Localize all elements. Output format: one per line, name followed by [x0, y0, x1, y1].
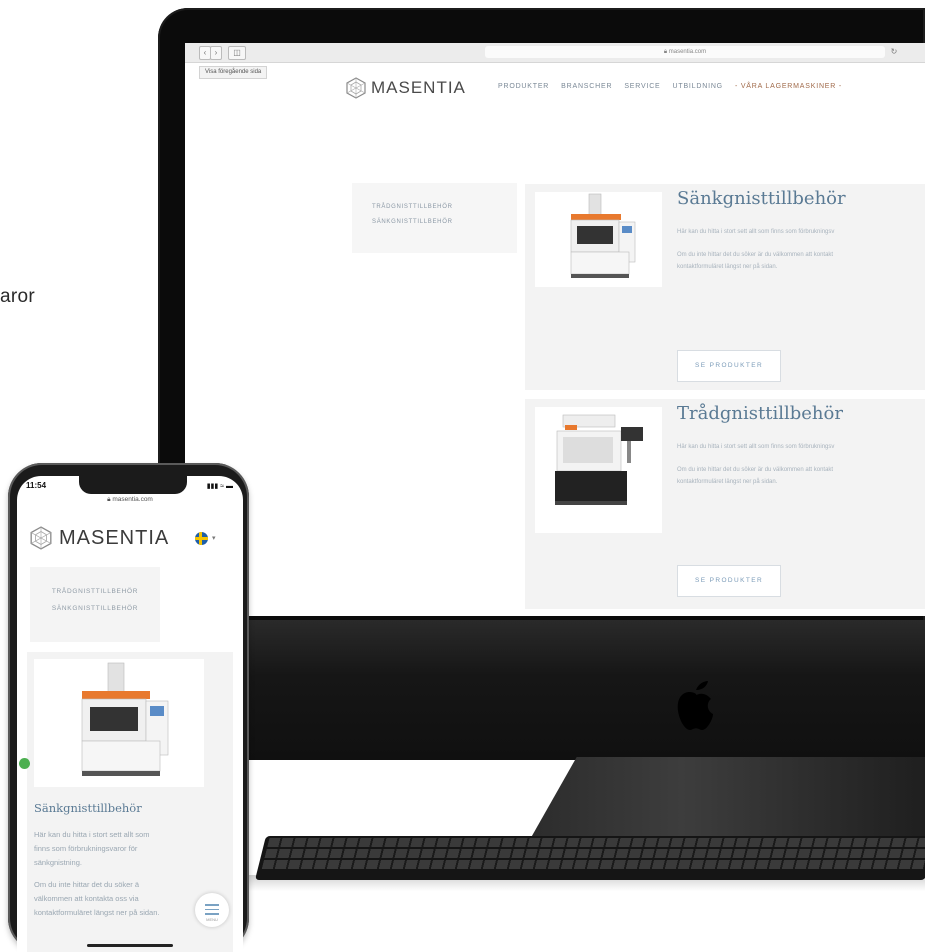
- phone-product-card: Sänkgnisttillbehör Här kan du hitta i st…: [27, 652, 233, 952]
- wire-edm-machine-icon: [555, 414, 643, 505]
- reload-icon[interactable]: ↻: [889, 46, 899, 58]
- card-text: Här kan du hitta i stort sett allt som f…: [677, 229, 835, 235]
- nav-item-lagermaskiner[interactable]: - VÅRA LAGERMASKINER -: [735, 83, 842, 90]
- status-icons: ▮▮▮ ≈ ▬: [206, 483, 233, 490]
- card-text: Här kan du hitta i stort sett allt som f…: [677, 444, 835, 450]
- product-image[interactable]: [34, 659, 204, 787]
- phone-logo[interactable]: MASENTIA: [29, 526, 169, 550]
- card-text: Här kan du hitta i stort sett allt som: [34, 830, 150, 839]
- browser-toolbar: ‹ › ◫ 🔒︎ masentia.com ↻: [185, 43, 925, 63]
- brand-name: MASENTIA: [59, 526, 170, 549]
- status-time: 11:54: [26, 481, 47, 490]
- menu-button[interactable]: MENU: [195, 893, 229, 927]
- card-text: Om du inte hittar det du söker är du väl…: [677, 252, 834, 258]
- se-produkter-button[interactable]: SE PRODUKTER: [677, 350, 781, 382]
- card-text: Om du inte hittar det du söker är du väl…: [677, 467, 834, 473]
- product-image[interactable]: [535, 192, 662, 287]
- phone-category-sidebar: TRÅDGNISTTILLBEHÖR SÄNKGNISTTILLBEHÖR: [30, 567, 160, 642]
- phone-screen: 11:54 ▮▮▮ ≈ ▬ 🔒︎ masentia.com MASENTIA ▾…: [17, 476, 243, 952]
- recaptcha-badge-icon: [19, 758, 30, 769]
- product-image[interactable]: [535, 407, 662, 533]
- edm-machine-icon: [570, 193, 636, 278]
- fragment-text: aror: [0, 286, 35, 307]
- sidebar-item-tradgnist[interactable]: TRÅDGNISTTILLBEHÖR: [372, 204, 517, 210]
- phone-address-text: masentia.com: [112, 496, 153, 503]
- sidebar-item-sankgnist[interactable]: SÄNKGNISTTILLBEHÖR: [30, 605, 160, 612]
- product-card-sankgnist: Sänkgnisttillbehör Här kan du hitta i st…: [525, 184, 925, 390]
- menu-label: MENU: [206, 916, 218, 922]
- phone-address-bar[interactable]: 🔒︎ masentia.com: [17, 496, 243, 504]
- swedish-flag-icon[interactable]: [195, 532, 208, 545]
- nav-item-utbildning[interactable]: UTBILDNING: [673, 83, 723, 90]
- card-text: kontaktformuläret längst ner på sidan.: [34, 908, 160, 917]
- sidebar-toggle-icon[interactable]: ◫: [228, 46, 246, 60]
- desktop-screen: ‹ › ◫ 🔒︎ masentia.com ↻ Visa föregående …: [185, 43, 925, 616]
- keyboard: [255, 836, 925, 880]
- hamburger-icon: [205, 904, 219, 906]
- se-produkter-button[interactable]: SE PRODUKTER: [677, 565, 781, 597]
- masentia-logo-icon: [30, 526, 52, 550]
- card-text: kontaktformuläret längst ner på sidan.: [677, 479, 778, 485]
- chevron-down-icon[interactable]: ▾: [212, 534, 216, 542]
- card-title: Sänkgnisttillbehör: [677, 188, 846, 209]
- brand-name: MASENTIA: [371, 78, 466, 97]
- card-title: Sänkgnisttillbehör: [34, 801, 142, 815]
- address-text: masentia.com: [668, 49, 707, 55]
- apple-logo-icon: [677, 681, 713, 730]
- nav-item-branscher[interactable]: BRANSCHER: [561, 83, 612, 90]
- forward-button[interactable]: ›: [210, 46, 222, 60]
- address-bar[interactable]: 🔒︎ masentia.com: [485, 46, 885, 58]
- sidebar-item-tradgnist[interactable]: TRÅDGNISTTILLBEHÖR: [30, 588, 160, 595]
- card-text: Om du inte hittar det du söker ä: [34, 880, 140, 889]
- masentia-logo-icon: [346, 77, 366, 99]
- home-indicator: [87, 944, 173, 947]
- phone-notch: [79, 476, 187, 494]
- card-title: Trådgnisttillbehör: [677, 403, 843, 424]
- nav-item-service[interactable]: SERVICE: [624, 83, 660, 90]
- nav-item-produkter[interactable]: PRODUKTER: [498, 83, 549, 90]
- site-logo[interactable]: MASENTIA: [345, 77, 466, 99]
- imac-chin: [158, 620, 925, 760]
- product-card-tradgnist: Trådgnisttillbehör Här kan du hitta i st…: [525, 399, 925, 609]
- card-text: kontaktformuläret längst ner på sidan.: [677, 264, 778, 270]
- main-nav: PRODUKTER BRANSCHER SERVICE UTBILDNING -…: [498, 83, 854, 90]
- card-text: finns som förbrukningsvaror för: [34, 844, 138, 853]
- category-sidebar: TRÅDGNISTTILLBEHÖR SÄNKGNISTTILLBEHÖR: [352, 183, 517, 253]
- back-tooltip: Visa föregående sida: [199, 66, 268, 79]
- card-text: välkommen att kontakta oss via: [34, 894, 139, 903]
- sidebar-item-sankgnist[interactable]: SÄNKGNISTTILLBEHÖR: [372, 219, 517, 225]
- card-text: sänkgnistning.: [34, 858, 82, 867]
- edm-machine-icon: [81, 662, 169, 776]
